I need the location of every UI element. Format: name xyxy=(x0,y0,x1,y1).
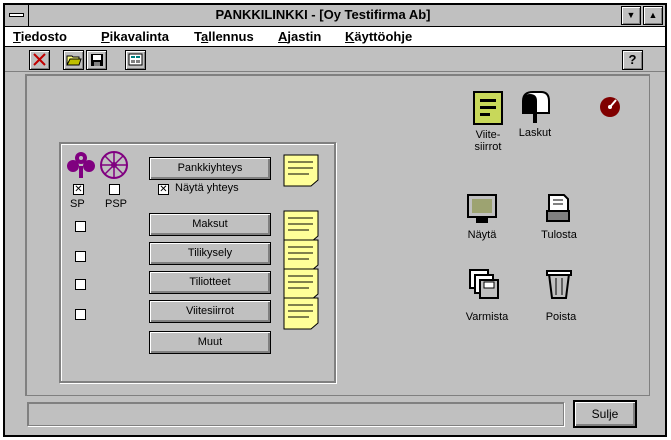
show-connection-checkbox[interactable]: ✕ xyxy=(158,184,169,195)
title-bar[interactable]: PANKKILINKKI - [Oy Testifirma Ab] ▼ ▲ xyxy=(5,5,665,27)
main-window: PANKKILINKKI - [Oy Testifirma Ab] ▼ ▲ Ti… xyxy=(3,3,667,437)
red-x-icon xyxy=(33,53,46,66)
poista-icon-label: Poista xyxy=(545,311,577,323)
banking-panel: ✕ SP PSP Pankkiyhteys ✕ Näytä yhteys Mak… xyxy=(59,142,336,383)
viitesiirrot-icon-text: Viite- siirrot xyxy=(474,129,502,153)
maksut-checkbox[interactable] xyxy=(75,221,86,232)
status-bar xyxy=(27,402,564,426)
calculator-icon xyxy=(128,53,143,66)
psp-label: PSP xyxy=(105,198,128,210)
close-tool-button[interactable] xyxy=(29,50,50,70)
laskut-icon-label: Laskut xyxy=(518,127,552,139)
tulosta-icon-label: Tulosta xyxy=(541,229,577,241)
help-button[interactable]: ? xyxy=(622,50,643,70)
viitesiirrot-button[interactable]: Viitesiirrot xyxy=(149,300,271,323)
sulje-close-button[interactable]: Sulje xyxy=(573,400,637,428)
system-menu-icon xyxy=(9,13,24,17)
menu-tiedosto[interactable]: Tiedosto xyxy=(13,29,67,44)
minimize-button[interactable]: ▼ xyxy=(621,6,641,25)
psp-checkbox[interactable] xyxy=(109,184,120,195)
nayta-icon-label: Näytä xyxy=(467,229,497,241)
notepad-icon[interactable] xyxy=(283,154,319,187)
poista-trash-icon[interactable] xyxy=(546,268,572,300)
open-tool-button[interactable] xyxy=(63,50,84,70)
open-folder-icon xyxy=(65,55,82,66)
client-area: ✕ SP PSP Pankkiyhteys ✕ Näytä yhteys Mak… xyxy=(25,74,650,396)
laskut-mailbox-icon[interactable] xyxy=(519,89,553,125)
tiliotteet-checkbox[interactable] xyxy=(75,279,86,290)
psp-bank-logo-icon xyxy=(100,151,128,179)
viitesiirrot-checkbox[interactable] xyxy=(75,309,86,320)
tilikysely-button[interactable]: Tilikysely xyxy=(149,242,271,265)
sp-label: SP xyxy=(70,198,85,210)
muut-button[interactable]: Muut xyxy=(149,331,271,354)
show-connection-label: Näytä yhteys xyxy=(175,182,239,194)
viitesiirrot-icon-label: Viite- siirrot xyxy=(466,129,510,153)
maksut-button[interactable]: Maksut xyxy=(149,213,271,236)
notepad-icon[interactable] xyxy=(283,297,319,330)
save-tool-button[interactable] xyxy=(86,50,107,70)
sp-checkbox[interactable]: ✕ xyxy=(73,184,84,195)
maximize-button[interactable]: ▲ xyxy=(643,6,663,25)
menu-tallennus[interactable]: Tallennus xyxy=(194,29,254,44)
nayta-monitor-icon[interactable] xyxy=(466,193,498,225)
toolbar: ? xyxy=(5,48,665,72)
tiliotteet-button[interactable]: Tiliotteet xyxy=(149,271,271,294)
window-title: PANKKILINKKI - [Oy Testifirma Ab] xyxy=(215,7,431,22)
calculator-tool-button[interactable] xyxy=(125,50,146,70)
sp-bank-logo-icon xyxy=(67,152,95,178)
clock-scheduler-icon[interactable] xyxy=(599,96,621,118)
menu-pikavalinta[interactable]: Pikavalinta xyxy=(101,29,169,44)
menu-bar: Tiedosto Pikavalinta Tallennus Ajastin K… xyxy=(5,27,665,47)
menu-ajastin[interactable]: Ajastin xyxy=(278,29,321,44)
viitesiirrot-icon[interactable] xyxy=(473,91,503,125)
system-menu-button[interactable] xyxy=(5,5,29,26)
varmista-backup-icon[interactable] xyxy=(468,268,500,300)
tulosta-printer-icon[interactable] xyxy=(546,193,570,223)
pankkiyhteys-button[interactable]: Pankkiyhteys xyxy=(149,157,271,180)
varmista-icon-label: Varmista xyxy=(465,311,509,323)
tilikysely-checkbox[interactable] xyxy=(75,251,86,262)
menu-kayttoohje[interactable]: Käyttöohje xyxy=(345,29,412,44)
floppy-disk-icon xyxy=(90,54,103,66)
